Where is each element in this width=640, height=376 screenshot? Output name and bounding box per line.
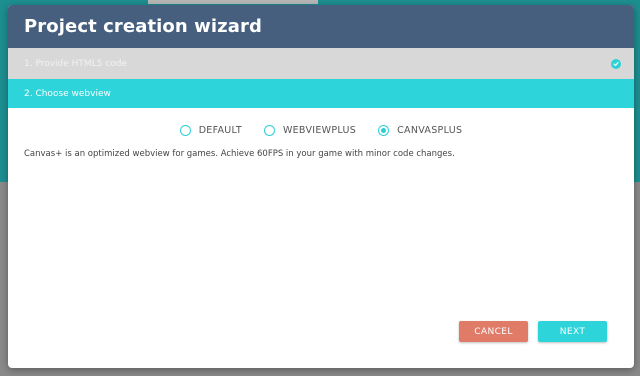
background-tab [148,0,318,4]
radio-label: DEFAULT [198,124,242,136]
modal-title: Project creation wizard [24,16,262,37]
radio-label: WEBVIEWPLUS [282,124,357,136]
webview-description: Canvas+ is an optimized webview for game… [24,149,455,159]
radio-canvasplus[interactable]: CANVASPLUS [378,124,463,136]
step-choose-webview[interactable]: 2. Choose webview [8,79,634,108]
next-button[interactable]: NEXT [538,321,607,342]
modal-header: Project creation wizard [8,5,634,48]
radio-button[interactable] [263,124,275,136]
modal-footer: CANCEL NEXT [459,321,607,342]
radio-button[interactable] [179,124,191,136]
step-label: 2. Choose webview [24,88,111,99]
check-circle-icon [611,58,621,69]
project-creation-wizard-modal: Project creation wizard 1. Provide HTML5… [8,5,634,368]
radio-button-selected[interactable] [378,124,390,136]
webview-radio-group: DEFAULT WEBVIEWPLUS CANVASPLUS [24,122,618,138]
radio-default[interactable]: DEFAULT [179,124,242,136]
step-provide-html5-code[interactable]: 1. Provide HTML5 code [8,48,634,79]
modal-body: DEFAULT WEBVIEWPLUS CANVASPLUS Canvas+ i… [8,122,634,159]
step-label: 1. Provide HTML5 code [24,58,127,69]
radio-label: CANVASPLUS [397,124,463,136]
cancel-button[interactable]: CANCEL [459,321,528,342]
radio-webviewplus[interactable]: WEBVIEWPLUS [263,124,357,136]
